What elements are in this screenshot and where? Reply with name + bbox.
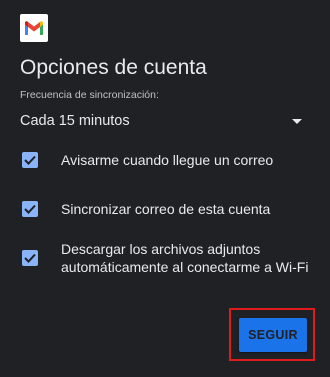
sync-frequency-value: Cada 15 minutos	[20, 113, 130, 129]
option-download-attachments-wifi[interactable]: Descargar los archivos adjuntos automáti…	[20, 241, 315, 276]
option-label: Sincronizar correo de esta cuenta	[61, 201, 271, 217]
checkbox-sync-account-mail[interactable]	[22, 201, 38, 217]
checkbox-download-attachments-wifi[interactable]	[22, 250, 38, 266]
sync-frequency-dropdown[interactable]: Cada 15 minutos	[20, 110, 310, 132]
option-label-line-1: Descargar los archivos adjuntos	[61, 241, 261, 257]
next-button[interactable]: SEGUIR	[239, 318, 307, 352]
dropdown-arrow-icon	[292, 118, 302, 124]
option-notify-new-mail[interactable]: Avisarme cuando llegue un correo	[20, 152, 315, 169]
option-label: Avisarme cuando llegue un correo	[61, 152, 274, 168]
checkmark-icon	[24, 155, 36, 165]
option-label: Descargar los archivos adjuntos automáti…	[61, 240, 308, 276]
sync-frequency-label: Frecuencia de sincronización:	[20, 89, 159, 101]
option-sync-account-mail[interactable]: Sincronizar correo de esta cuenta	[20, 201, 315, 218]
gmail-m-icon	[25, 21, 43, 35]
option-label-line-2: automáticamente al conectarme a Wi-Fi	[61, 259, 309, 275]
checkmark-icon	[24, 204, 36, 214]
checkmark-icon	[24, 253, 36, 263]
gmail-logo-icon	[20, 14, 48, 42]
page-title: Opciones de cuenta	[20, 56, 207, 79]
checkbox-notify-new-mail[interactable]	[22, 152, 38, 168]
